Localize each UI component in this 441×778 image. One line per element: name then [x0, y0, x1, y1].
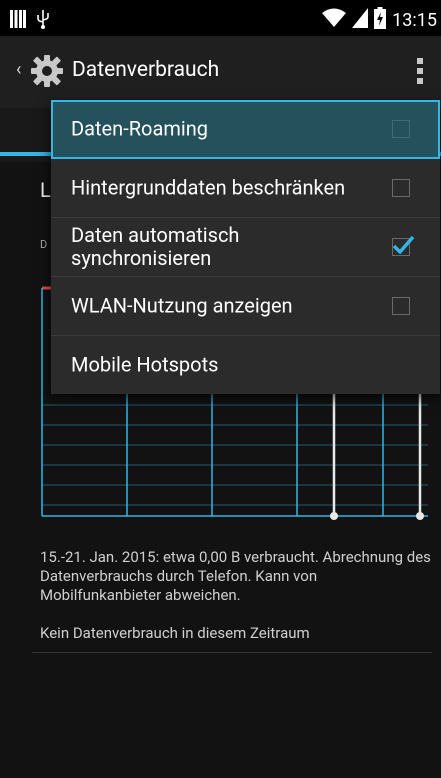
wifi-icon	[322, 8, 347, 33]
overflow-menu-icon[interactable]	[417, 58, 423, 84]
checkbox-checked-icon[interactable]	[392, 235, 415, 256]
battery-icon	[374, 7, 387, 34]
menu-item-mobile-hotspots[interactable]: Mobile Hotspots	[51, 336, 440, 394]
clock: 13:15	[392, 10, 437, 31]
overflow-menu: Daten-Roaming Hintergrunddaten beschränk…	[51, 100, 440, 394]
menu-item-label: WLAN-Nutzung anzeigen	[71, 293, 293, 318]
status-bar: 13:15	[0, 0, 441, 36]
chart-grid	[42, 404, 428, 506]
screen: 13:15 ‹ Datenverbrauch L D 15.-21. Jan. …	[0, 0, 441, 778]
usage-summary: 15.-21. Jan. 2015: etwa 0,00 B verbrauch…	[40, 548, 431, 604]
menu-item-label: Daten automatisch synchronisieren	[71, 223, 240, 270]
status-left	[10, 9, 50, 33]
checkbox-unchecked-icon[interactable]	[392, 179, 410, 197]
usb-icon	[36, 9, 50, 33]
menu-item-label: Hintergrunddaten beschränken	[71, 175, 346, 200]
menu-item-restrict-background-data[interactable]: Hintergrunddaten beschränken	[51, 159, 440, 218]
divider	[32, 652, 432, 653]
usage-none-text: Kein Datenverbrauch in diesem Zeitraum	[40, 624, 310, 642]
background-heading: L	[40, 178, 51, 202]
menu-item-auto-sync[interactable]: Daten automatisch synchronisieren	[51, 218, 440, 277]
checkbox-unchecked-icon[interactable]	[392, 297, 410, 315]
storage-icon	[10, 10, 26, 32]
menu-item-show-wifi-usage[interactable]: WLAN-Nutzung anzeigen	[51, 277, 440, 336]
chart-range-handles[interactable]	[330, 390, 424, 520]
background-subtext: D	[40, 238, 48, 251]
checkbox-unchecked-icon[interactable]	[392, 120, 410, 138]
status-right: 13:15	[322, 7, 437, 34]
signal-icon	[352, 8, 369, 33]
menu-item-data-roaming[interactable]: Daten-Roaming	[51, 100, 440, 159]
gear-icon[interactable]	[30, 54, 64, 88]
menu-item-label: Mobile Hotspots	[71, 352, 219, 377]
up-caret-icon[interactable]: ‹	[16, 59, 21, 80]
action-bar: ‹ Datenverbrauch	[0, 36, 441, 108]
menu-item-label: Daten-Roaming	[71, 116, 209, 141]
page-title: Datenverbrauch	[72, 58, 220, 82]
